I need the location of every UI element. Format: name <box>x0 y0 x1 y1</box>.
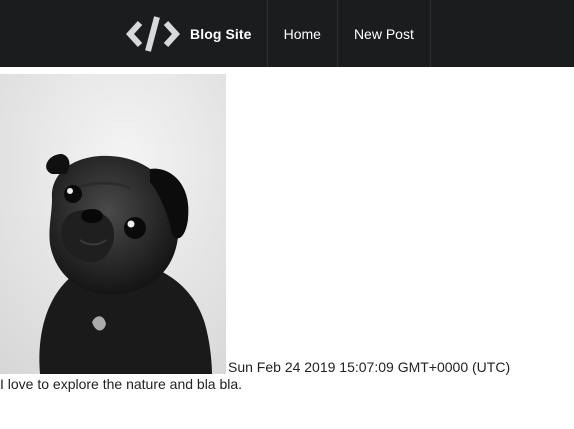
nav-item-new-post[interactable]: New Post <box>338 0 431 67</box>
brand-title: Blog Site <box>190 25 252 42</box>
top-navbar: Blog Site Home New Post <box>0 0 574 67</box>
nav-menu: Blog Site Home New Post <box>111 0 431 67</box>
code-icon <box>126 15 180 52</box>
post-image <box>0 74 226 374</box>
brand-link[interactable]: Blog Site <box>111 0 268 67</box>
post-header: Sun Feb 24 2019 15:07:09 GMT+0000 (UTC) <box>0 74 574 374</box>
post-entry: Sun Feb 24 2019 15:07:09 GMT+0000 (UTC) … <box>0 74 574 393</box>
nav-item-home[interactable]: Home <box>268 0 338 67</box>
post-date: Sun Feb 24 2019 15:07:09 GMT+0000 (UTC) <box>228 359 511 375</box>
post-body: I love to explore the nature and bla bla… <box>0 376 243 392</box>
